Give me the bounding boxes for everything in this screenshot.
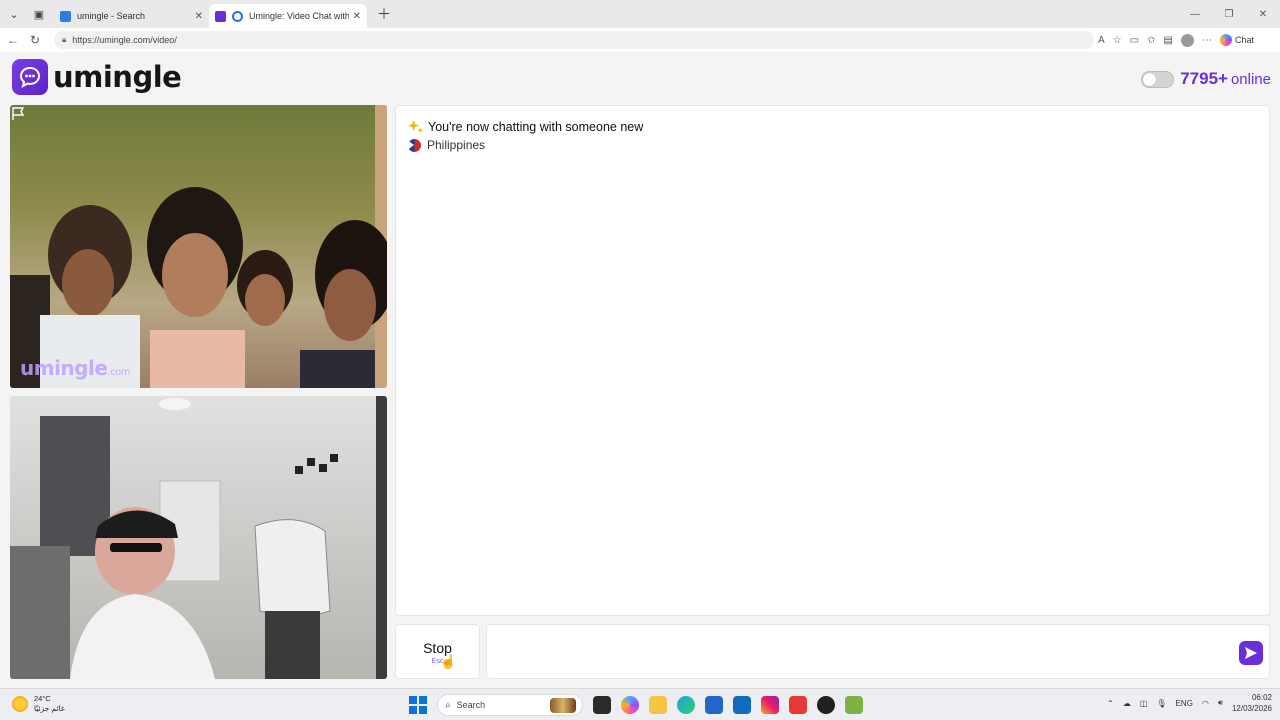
- language-indicator[interactable]: ENG: [1176, 699, 1193, 708]
- umingle-page: umingle 7795+ online umingle.com You're …: [0, 52, 1280, 688]
- close-tab-icon[interactable]: ✕: [195, 11, 203, 22]
- minimize-icon[interactable]: —: [1178, 0, 1212, 28]
- read-aloud-icon[interactable]: A: [1098, 35, 1105, 46]
- collections-icon[interactable]: ▤: [1163, 35, 1172, 46]
- online-count: 7795+: [1180, 69, 1228, 88]
- toggle-knob: [1143, 72, 1157, 86]
- mouse-pointer-icon: ☝: [440, 654, 457, 669]
- logo-text: umingle: [53, 60, 182, 94]
- instagram-icon[interactable]: [761, 696, 779, 714]
- toolbar-icons: A ☆ ▭ ✩ ▤ ⋯ Chat: [1098, 33, 1254, 47]
- report-flag-icon[interactable]: [10, 105, 26, 121]
- message-input[interactable]: [486, 624, 1270, 679]
- file-explorer-icon[interactable]: [649, 696, 667, 714]
- stranger-video: umingle.com: [10, 105, 387, 388]
- microsoft-store-icon[interactable]: [705, 696, 723, 714]
- show-hidden-icons-icon[interactable]: ⌃: [1107, 699, 1114, 708]
- weather-partly-cloudy-icon: [12, 696, 28, 712]
- url-text: https://umingle.com/video/: [72, 35, 177, 45]
- address-bar-row: ← ↻ 🔒︎ https://umingle.com/video/ A ☆ ▭ …: [0, 28, 1280, 52]
- tab-umingle-search[interactable]: umingle - Search ✕: [54, 4, 209, 28]
- system-tray: ⌃ ☁ ◫ 🎙︎ ENG ◠ 🔊︎ 06:02 12/03/2026: [1107, 692, 1272, 714]
- umingle-favicon-icon: [215, 10, 226, 22]
- weather-widget[interactable]: 24°C غائم جزئيًا: [12, 694, 65, 714]
- refresh-icon[interactable]: ↻: [24, 33, 46, 47]
- chat-bubble-logo-icon: [12, 59, 48, 95]
- weather-description: غائم جزئيًا: [34, 704, 65, 713]
- copilot-chat-button[interactable]: Chat: [1219, 34, 1254, 46]
- wifi-icon[interactable]: ◠: [1202, 699, 1209, 708]
- chat-log: You're now chatting with someone new Phi…: [395, 105, 1270, 616]
- send-button[interactable]: [1239, 641, 1263, 665]
- site-logo[interactable]: umingle: [12, 59, 182, 95]
- browser-tab-strip: ⌄ ▣ umingle - Search ✕ Umingle: Video Ch…: [0, 0, 1280, 28]
- url-field[interactable]: 🔒︎ https://umingle.com/video/: [54, 31, 1094, 49]
- more-menu-icon[interactable]: ⋯: [1202, 35, 1212, 46]
- windows-start-icon[interactable]: [409, 696, 427, 714]
- self-video: [10, 396, 387, 679]
- maximize-icon[interactable]: ❐: [1212, 0, 1246, 28]
- copilot-icon: [1219, 34, 1232, 46]
- country-text: Philippines: [427, 138, 486, 152]
- stop-hint: Esc: [431, 658, 444, 665]
- window-controls: — ❐ ✕: [1178, 0, 1280, 28]
- onedrive-icon[interactable]: ☁: [1123, 699, 1131, 708]
- clock-time: 06:02: [1251, 693, 1272, 702]
- favorites-icon[interactable]: ✩: [1147, 35, 1155, 46]
- umingle-watermark: umingle.com: [20, 356, 130, 380]
- tab-title: umingle - Search: [77, 11, 146, 21]
- profile-avatar-icon[interactable]: [1180, 33, 1194, 47]
- tab-umingle-video[interactable]: Umingle: Video Chat with Stra ✕: [209, 4, 367, 28]
- windows-taskbar: 24°C غائم جزئيًا ⌕ Search ⌃ ☁ ◫ 🎙︎ ENG ◠…: [0, 688, 1280, 720]
- tab-title: Umingle: Video Chat with Stra: [249, 11, 349, 21]
- chat-label: Chat: [1234, 35, 1254, 45]
- microphone-icon[interactable]: 🎙︎: [1156, 699, 1166, 708]
- search-icon: ⌕: [445, 699, 451, 711]
- watermark-text: umingle: [20, 356, 108, 380]
- online-label: online: [1230, 70, 1271, 88]
- system-message: You're now chatting with someone new: [408, 119, 643, 134]
- favorite-star-icon[interactable]: ☆: [1113, 35, 1122, 46]
- stop-label: Stop: [423, 640, 452, 656]
- philippines-flag-icon: [408, 138, 421, 152]
- edge-browser-icon[interactable]: [677, 696, 695, 714]
- clock-date: 12/03/2026: [1231, 704, 1272, 713]
- copilot-app-icon[interactable]: [621, 696, 639, 714]
- status-message-text: You're now chatting with someone new: [428, 119, 644, 134]
- workspaces-icon[interactable]: ▣: [28, 3, 50, 25]
- recording-indicator-icon: [232, 10, 243, 22]
- bing-search-icon: [60, 10, 71, 22]
- taskbar-search[interactable]: ⌕ Search: [437, 694, 583, 716]
- watermark-suffix: .com: [107, 367, 130, 378]
- close-tab-icon[interactable]: ✕: [353, 11, 361, 22]
- wps-office-icon[interactable]: [789, 696, 807, 714]
- outlook-icon[interactable]: [733, 696, 751, 714]
- tab-actions-icon[interactable]: ⌄: [3, 3, 25, 25]
- task-view-icon[interactable]: [593, 696, 611, 714]
- split-screen-icon[interactable]: ▭: [1130, 35, 1139, 46]
- volume-icon[interactable]: 🔊︎: [1218, 698, 1223, 708]
- stranger-video-frame: [10, 105, 387, 388]
- obs-recorder-icon[interactable]: [817, 696, 835, 714]
- back-icon[interactable]: ←: [2, 33, 24, 47]
- search-highlight-image: [550, 698, 576, 713]
- sparkles-icon: [408, 119, 423, 134]
- new-tab-icon[interactable]: ＋: [377, 4, 391, 24]
- clock[interactable]: 06:02 12/03/2026: [1232, 692, 1272, 714]
- online-counter: 7795+ online: [1141, 69, 1271, 89]
- theme-toggle[interactable]: [1141, 70, 1175, 88]
- stop-button[interactable]: Stop Esc: [395, 624, 480, 679]
- send-icon: [1245, 647, 1257, 659]
- close-window-icon[interactable]: ✕: [1246, 0, 1280, 28]
- android-app-icon[interactable]: [845, 696, 863, 714]
- taskbar-apps: ⌕ Search: [409, 694, 863, 716]
- temperature: 24°C: [34, 694, 51, 703]
- network-icon[interactable]: ◫: [1140, 699, 1148, 708]
- country-message: Philippines: [408, 138, 485, 152]
- self-video-frame: [10, 396, 387, 679]
- lock-icon: 🔒︎: [62, 35, 67, 44]
- search-label: Search: [456, 700, 486, 710]
